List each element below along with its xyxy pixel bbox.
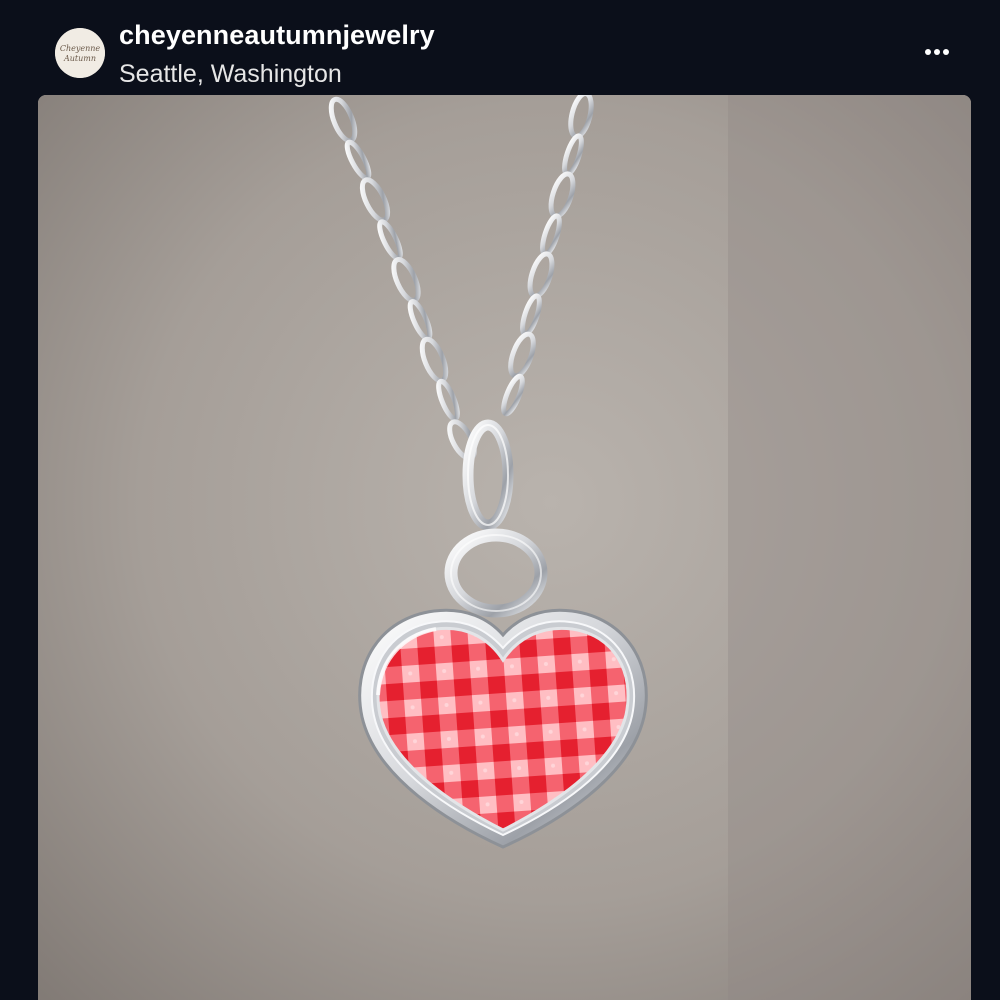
svg-text:Autumn: Autumn: [63, 54, 96, 63]
post-location[interactable]: Seattle, Washington: [119, 60, 342, 89]
profile-avatar[interactable]: Cheyenne Autumn: [55, 28, 105, 78]
post-header: Cheyenne Autumn cheyenneautumnjewelry Se…: [0, 0, 1000, 95]
post-photo[interactable]: [38, 95, 971, 1000]
more-horizontal-icon: [925, 49, 949, 55]
instagram-post: Cheyenne Autumn cheyenneautumnjewelry Se…: [0, 0, 1000, 1000]
avatar-logo-icon: Cheyenne Autumn: [55, 28, 105, 78]
more-options-button[interactable]: [915, 32, 959, 72]
pendant-photo-illustration: [38, 95, 971, 1000]
post-username[interactable]: cheyenneautumnjewelry: [119, 20, 435, 51]
svg-text:Cheyenne: Cheyenne: [60, 44, 101, 53]
